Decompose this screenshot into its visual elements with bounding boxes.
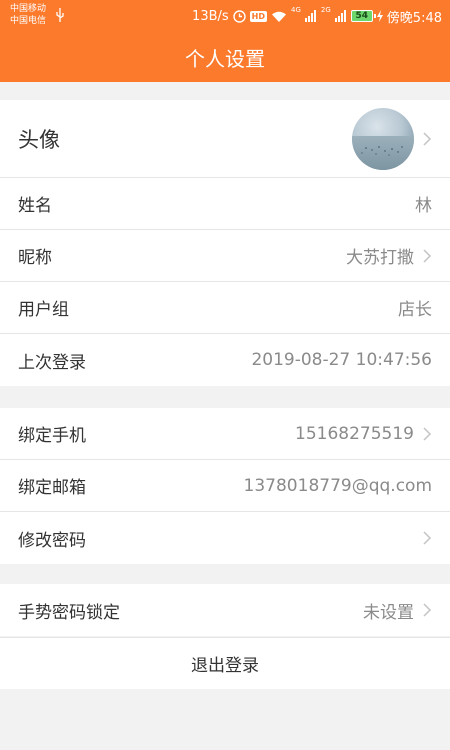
- signal-icon-1: [304, 10, 316, 22]
- logout-button[interactable]: 退出登录: [0, 637, 450, 689]
- avatar-label: 头像: [18, 127, 60, 152]
- phone-value: 15168275519: [295, 423, 414, 444]
- change-password-label: 修改密码: [18, 530, 86, 551]
- user-group-row: 用户组 店长: [0, 282, 450, 334]
- name-label: 姓名: [18, 196, 52, 216]
- user-group-value: 店长: [398, 300, 432, 320]
- status-indicators: 13B/s HD 4G 2G 54 傍晚5:48: [192, 6, 442, 26]
- security-section: 手势密码锁定 未设置: [0, 584, 450, 636]
- clock: 傍晚5:48: [386, 10, 442, 26]
- carrier-2: 中国电信: [10, 16, 47, 26]
- usb-icon: [56, 8, 64, 22]
- last-login-value: 2019-08-27 10:47:56: [251, 350, 432, 370]
- email-label: 绑定邮箱: [18, 478, 86, 498]
- gesture-lock-label: 手势密码锁定: [18, 602, 120, 623]
- last-login-label: 上次登录: [18, 352, 86, 373]
- signal-icon-2: [334, 10, 346, 22]
- battery-level: 54: [355, 10, 369, 21]
- gesture-lock-value: 未设置: [363, 602, 414, 623]
- status-bar: 中国移动 中国电信 13B/s HD 4G 2G 54 傍晚5:48: [0, 0, 450, 32]
- name-value: 林: [415, 196, 432, 216]
- chevron-right-icon: [423, 131, 432, 146]
- battery-icon: 54: [350, 10, 376, 22]
- charging-icon: [376, 10, 383, 22]
- nickname-row[interactable]: 昵称 大苏打撒: [0, 230, 450, 282]
- nickname-value: 大苏打撒: [346, 248, 414, 268]
- network-type-2: 2G: [320, 6, 331, 14]
- chevron-right-icon: [423, 248, 432, 263]
- wifi-icon: [272, 11, 287, 22]
- network-type-1: 4G: [291, 6, 301, 14]
- chevron-right-icon: [423, 603, 432, 617]
- logout-label: 退出登录: [191, 656, 259, 676]
- hd-badge: HD: [249, 10, 268, 22]
- avatar: [352, 107, 414, 170]
- page-title: 个人设置: [185, 46, 265, 71]
- chevron-right-icon: [423, 531, 432, 545]
- carrier-info: 中国移动 中国电信: [10, 3, 46, 27]
- name-row: 姓名 林: [0, 178, 450, 230]
- page-header: 个人设置: [0, 32, 450, 82]
- user-group-label: 用户组: [18, 300, 69, 320]
- account-section: 绑定手机 15168275519 绑定邮箱 1378018779@qq.com …: [0, 408, 450, 564]
- phone-label: 绑定手机: [18, 426, 86, 446]
- last-login-row: 上次登录 2019-08-27 10:47:56: [0, 334, 450, 386]
- email-row: 绑定邮箱 1378018779@qq.com: [0, 460, 450, 512]
- alarm-icon: [232, 9, 246, 23]
- carrier-1: 中国移动: [10, 4, 47, 14]
- phone-row[interactable]: 绑定手机 15168275519: [0, 408, 450, 460]
- profile-section: 头像 姓名 林 昵称 大苏打撒 用户组 店长 上次登录 2019-08-27 1…: [0, 100, 450, 386]
- gesture-lock-row[interactable]: 手势密码锁定 未设置: [0, 584, 450, 636]
- chevron-right-icon: [423, 426, 432, 441]
- change-password-row[interactable]: 修改密码: [0, 512, 450, 564]
- nickname-label: 昵称: [18, 248, 52, 268]
- email-value: 1378018779@qq.com: [243, 475, 432, 496]
- network-speed: 13B/s: [192, 8, 229, 24]
- avatar-row[interactable]: 头像: [0, 100, 450, 178]
